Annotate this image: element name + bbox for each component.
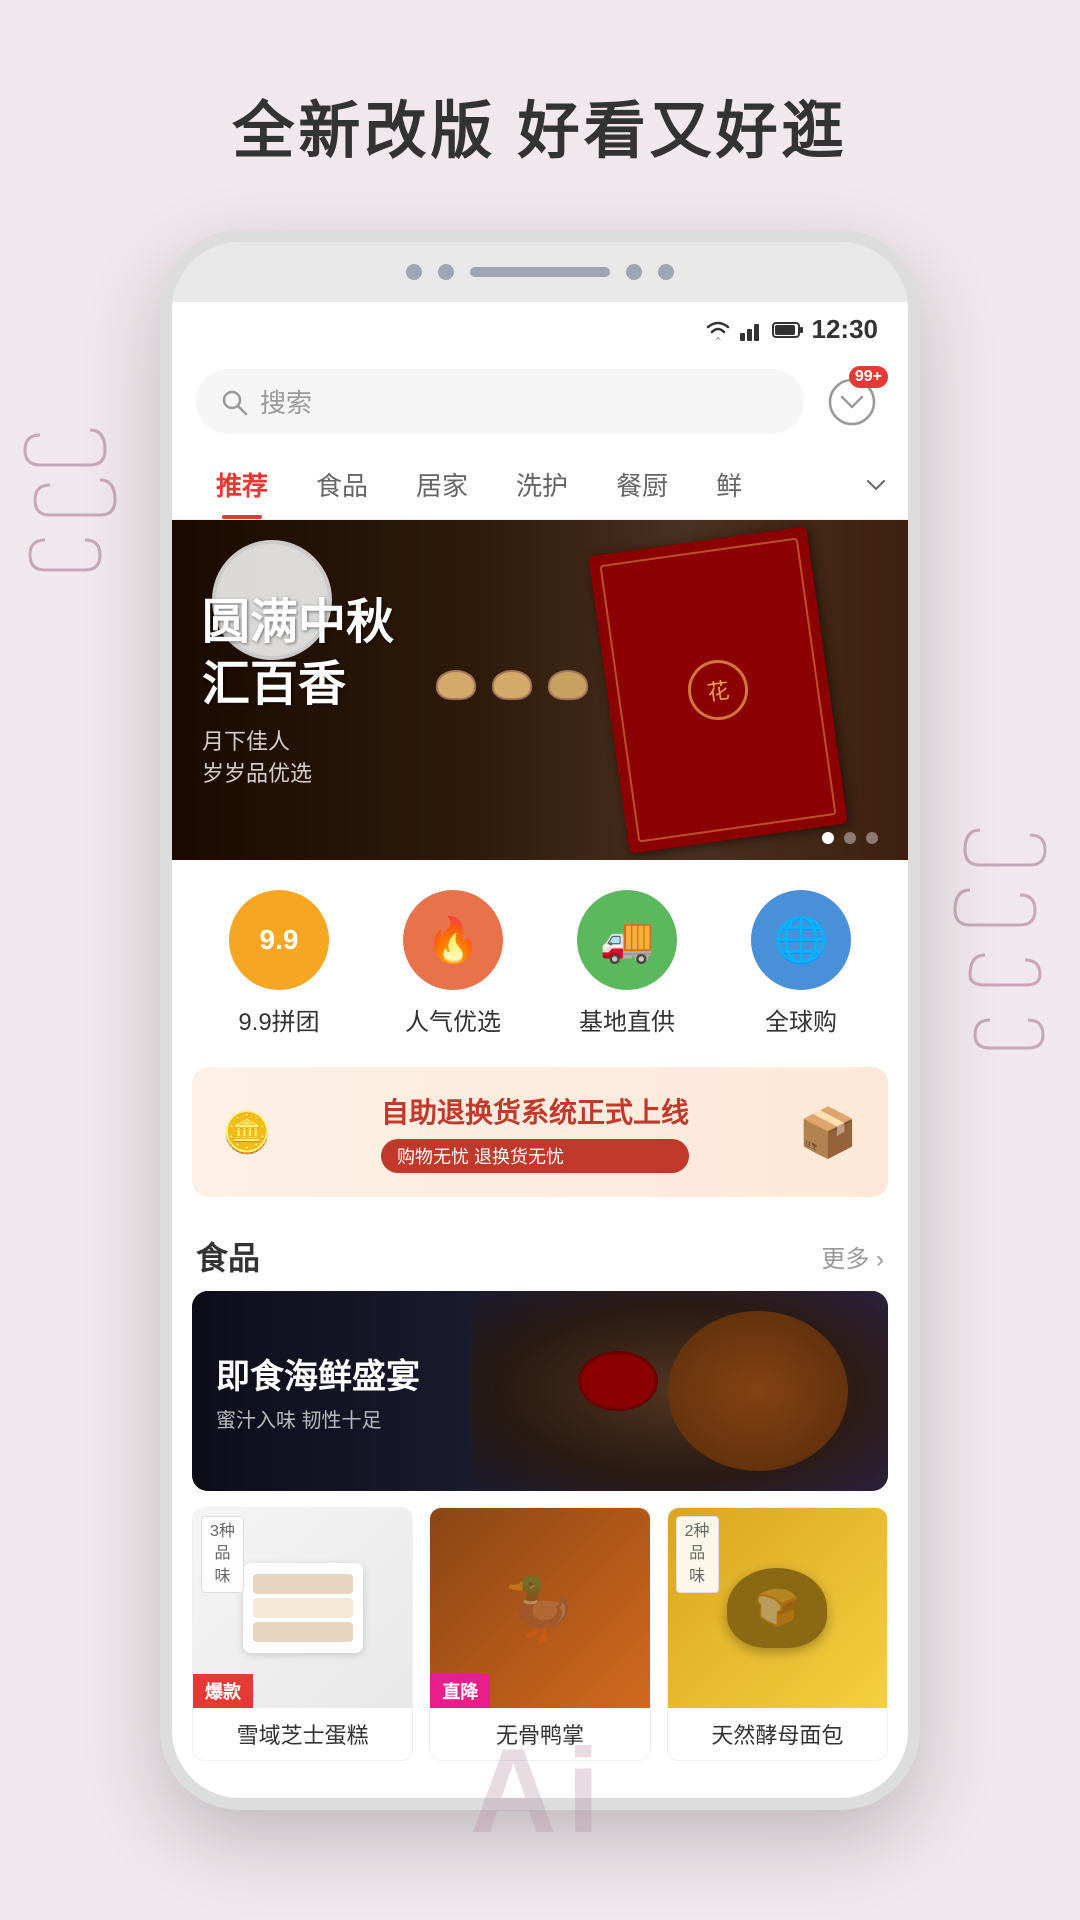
status-icons: 12:30 — [704, 314, 879, 345]
bread-flavor-tag: 2种品味 — [676, 1516, 719, 1593]
tab-fresh[interactable]: 鲜 — [692, 450, 766, 519]
hero-banner[interactable]: 花 圆满中秋汇百香 月下佳人 — [172, 520, 908, 860]
banner-dot-2 — [844, 832, 856, 844]
promo-text: 自助退换货系统正式上线 购物无忧 退换货无忧 — [381, 1091, 689, 1173]
banner-text-area: 圆满中秋汇百香 月下佳人岁岁品优选 — [202, 592, 394, 789]
phone-speaker — [470, 267, 610, 277]
promo-banner[interactable]: 🪙 自助退换货系统正式上线 购物无忧 退换货无忧 📦 — [192, 1067, 888, 1197]
food-section-more[interactable]: 更多 › — [821, 1239, 884, 1274]
food-banner-subtitle: 蜜汁入味 韧性十足 — [216, 1404, 420, 1433]
cake-flavor-tag: 3种品味 — [201, 1516, 244, 1593]
search-bar: 搜索 99+ — [172, 353, 908, 450]
phone-top-bar — [172, 242, 908, 302]
cake-badge: 爆款 — [193, 1674, 253, 1708]
quick-item-group-buy[interactable]: 9.9 9.9拼团 — [229, 890, 329, 1037]
food-section-title: 食品 — [196, 1233, 260, 1279]
group-buy-label: 9.9拼团 — [238, 1002, 319, 1037]
page-title: 全新改版 好看又好逛 — [0, 0, 1080, 230]
search-icon — [220, 388, 248, 416]
global-buy-label: 全球购 — [765, 1002, 837, 1037]
battery-icon — [772, 321, 804, 339]
direct-supply-label: 基地直供 — [579, 1002, 675, 1037]
message-button[interactable]: 99+ — [820, 370, 884, 434]
duck-image: 🦆 直降 — [430, 1508, 649, 1708]
bread-name: 天然酵母面包 — [668, 1708, 887, 1760]
phone-dot-3 — [626, 264, 642, 280]
food-banner[interactable]: 即食海鲜盛宴 蜜汁入味 韧性十足 — [192, 1291, 888, 1491]
food-banner-title: 即食海鲜盛宴 — [216, 1349, 420, 1398]
search-placeholder: 搜索 — [260, 383, 312, 420]
quick-item-popular[interactable]: 🔥 人气优选 — [403, 890, 503, 1037]
tab-kitchen[interactable]: 餐厨 — [592, 450, 692, 519]
bread-image: 2种品味 🍞 — [668, 1508, 887, 1708]
group-buy-icon: 9.9 — [229, 890, 329, 990]
product-card-cake[interactable]: 3种品味 爆款 雪域芝士蛋糕 — [192, 1507, 413, 1761]
banner-title: 圆满中秋汇百香 — [202, 592, 394, 717]
banner-overlay: 圆满中秋汇百香 月下佳人岁岁品优选 — [172, 520, 908, 860]
wifi-icon — [704, 319, 732, 341]
banner-dots — [822, 832, 878, 844]
signal-icon — [740, 319, 764, 341]
nav-tabs: 推荐 食品 居家 洗护 餐厨 鲜 — [172, 450, 908, 520]
chevron-down-icon — [864, 473, 888, 497]
phone-dot-1 — [406, 264, 422, 280]
phone-dot-4 — [658, 264, 674, 280]
banner-subtitle: 月下佳人岁岁品优选 — [202, 724, 394, 788]
message-badge: 99+ — [849, 366, 888, 388]
quick-item-direct[interactable]: 🚚 基地直供 — [577, 890, 677, 1037]
status-bar: 12:30 — [172, 302, 908, 353]
phone-dot-2 — [438, 264, 454, 280]
popular-icon: 🔥 — [403, 890, 503, 990]
product-card-bread[interactable]: 2种品味 🍞 天然酵母面包 — [667, 1507, 888, 1761]
tab-home[interactable]: 居家 — [392, 450, 492, 519]
tab-recommended[interactable]: 推荐 — [192, 450, 292, 519]
popular-label: 人气优选 — [405, 1002, 501, 1037]
phone-frame: 12:30 搜索 99+ — [160, 230, 920, 1810]
cake-name: 雪域芝士蛋糕 — [193, 1708, 412, 1760]
search-input-wrap[interactable]: 搜索 — [196, 369, 804, 434]
quick-item-global[interactable]: 🌐 全球购 — [751, 890, 851, 1037]
status-time: 12:30 — [812, 314, 879, 345]
banner-dot-3 — [866, 832, 878, 844]
promo-title: 自助退换货系统正式上线 — [381, 1091, 689, 1131]
food-section-header: 食品 更多 › — [172, 1217, 908, 1291]
direct-supply-icon: 🚚 — [577, 890, 677, 990]
promo-badge: 购物无忧 退换货无忧 — [381, 1139, 689, 1173]
ai-watermark: Ai — [470, 1722, 610, 1860]
phone-mockup: 12:30 搜索 99+ — [0, 230, 1080, 1810]
cake-image: 3种品味 爆款 — [193, 1508, 412, 1708]
banner-dot-1 — [822, 832, 834, 844]
global-buy-icon: 🌐 — [751, 890, 851, 990]
promo-box-icon: 📦 — [798, 1104, 858, 1161]
duck-badge: 直降 — [430, 1674, 490, 1708]
app-content: 搜索 99+ 推荐 食品 居家 洗护 餐厨 鲜 — [172, 353, 908, 1781]
nav-more-button[interactable] — [864, 473, 888, 497]
tab-care[interactable]: 洗护 — [492, 450, 592, 519]
tab-food[interactable]: 食品 — [292, 450, 392, 519]
food-banner-text: 即食海鲜盛宴 蜜汁入味 韧性十足 — [216, 1349, 420, 1433]
promo-coin-icon: 🪙 — [222, 1109, 272, 1156]
quick-icons-row: 9.9 9.9拼团 🔥 人气优选 🚚 基地直供 — [172, 860, 908, 1067]
